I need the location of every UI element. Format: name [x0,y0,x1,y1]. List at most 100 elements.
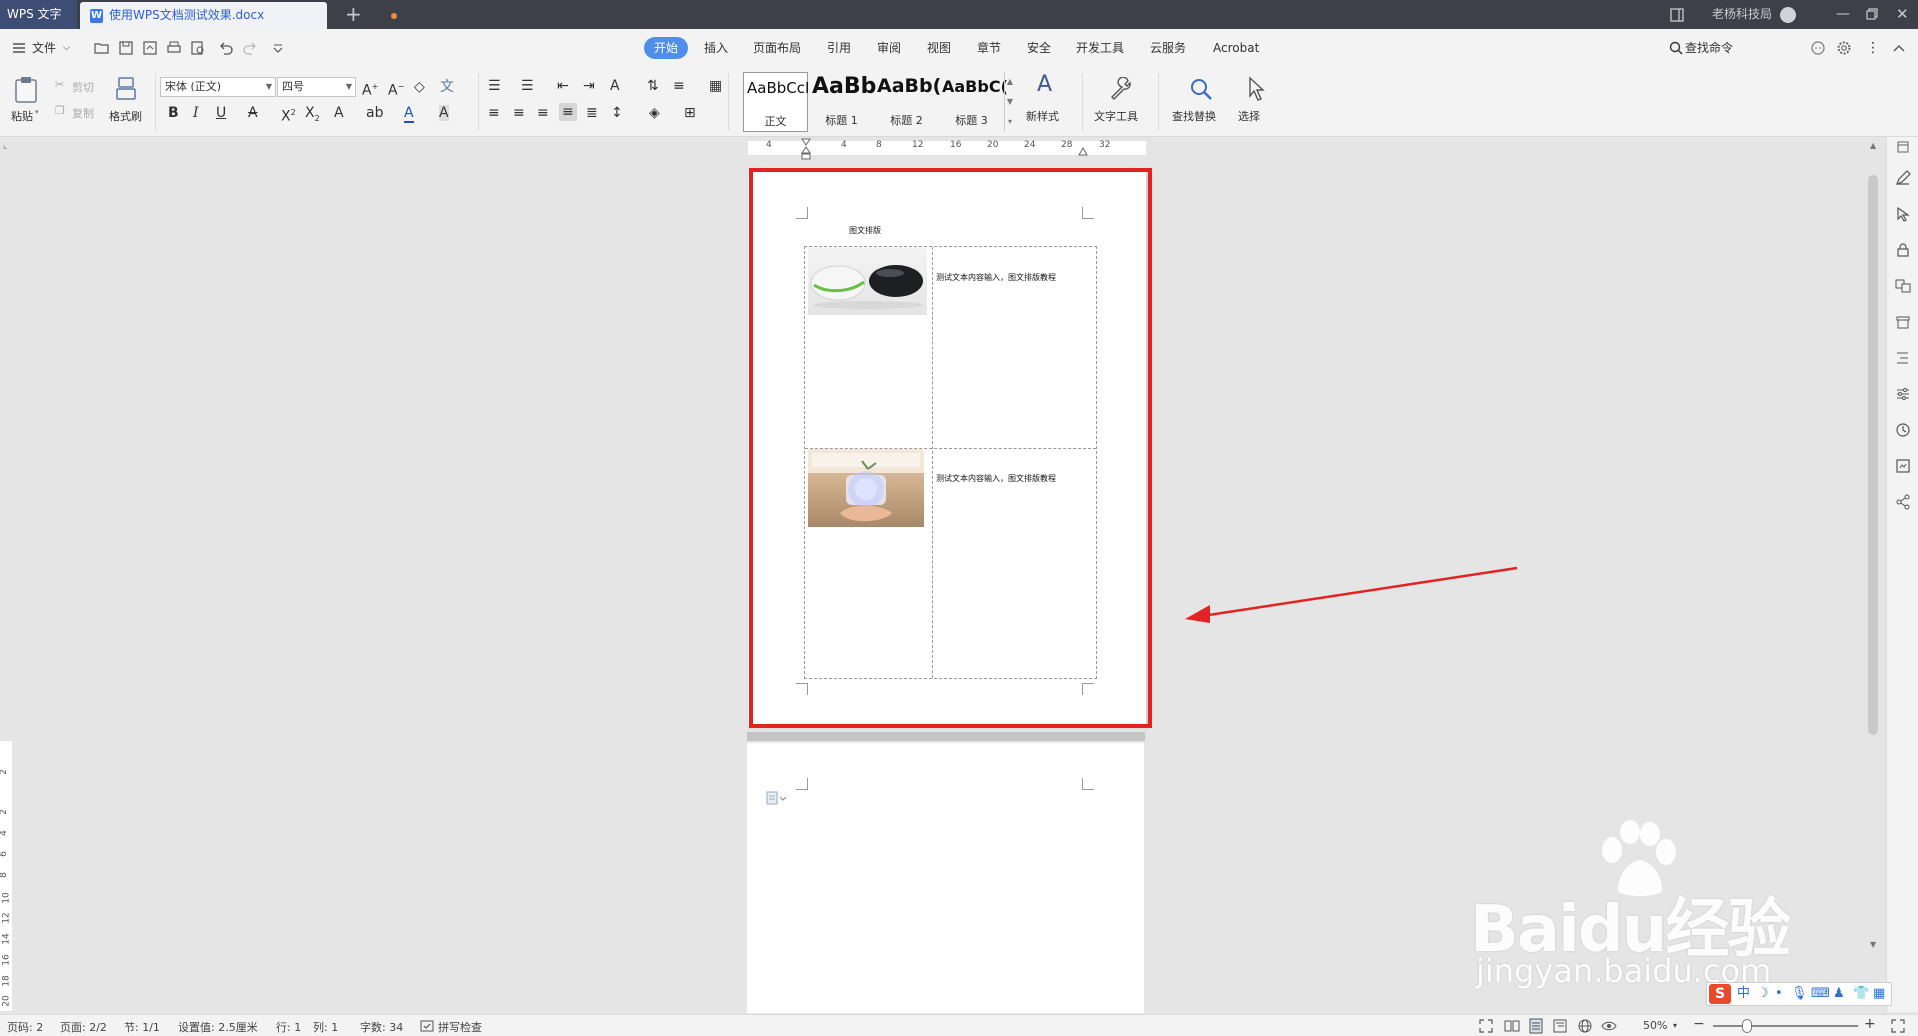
status-row[interactable]: 行: 1 [276,1019,301,1035]
search-command[interactable]: 查找命令 [1685,39,1733,57]
sort-icon[interactable]: ⇅ [647,78,659,94]
tab-view[interactable]: 视图 [927,39,951,57]
tab-acrobat[interactable]: Acrobat [1213,39,1259,57]
tab-stop-selector[interactable]: ⌞ [3,141,7,151]
print-icon[interactable] [166,40,182,56]
ime-grid-icon[interactable]: ▦ [1873,985,1885,1003]
sogou-logo-icon[interactable]: S [1709,984,1731,1004]
spell-check-button[interactable]: 拼写检查 [438,1019,482,1035]
spell-check-icon[interactable] [420,1019,434,1033]
style-heading-2[interactable]: AaBb( 标题 2 [874,72,941,132]
new-style-icon[interactable]: A [1037,74,1052,96]
italic-icon[interactable]: I [193,105,199,121]
lock-icon[interactable] [1895,242,1911,258]
gear-icon[interactable] [1836,40,1852,56]
character-shading-icon[interactable]: A [439,105,449,121]
grow-font-icon[interactable]: A+ [362,79,378,99]
tab-cloud-service[interactable]: 云服务 [1150,39,1186,57]
paste-options-icon[interactable] [766,791,788,805]
save-icon[interactable] [118,40,134,56]
status-page-count[interactable]: 页面: 2/2 [60,1019,107,1035]
reading-mode-icon[interactable] [1504,1018,1520,1034]
status-page-number[interactable]: 页码: 2 [7,1019,43,1035]
status-column[interactable]: 列: 1 [313,1019,338,1035]
zoom-dropdown-icon[interactable]: ▾ [1673,1021,1677,1030]
user-name[interactable]: 老杨科技局 [1712,0,1772,29]
collapse-ribbon-icon[interactable] [1891,40,1907,56]
style-normal[interactable]: AaBbCcI 正文 [743,72,809,132]
vertical-scrollbar[interactable] [1868,175,1878,735]
undo-icon[interactable] [218,40,234,56]
adjust-sliders-icon[interactable] [1895,386,1911,402]
numbered-list-icon[interactable]: ☰ [521,78,534,94]
font-size-select[interactable]: 四号 ▼ [277,77,356,97]
align-right-icon[interactable]: ≡ [537,105,549,121]
zoom-slider-handle[interactable] [1742,1019,1752,1033]
paste-button[interactable]: 粘贴 [11,108,33,124]
bullet-list-icon[interactable]: ☰ [488,78,501,94]
text-tools-button[interactable]: 文字工具 [1094,108,1138,124]
decrease-indent-icon[interactable]: ⇤ [557,78,569,94]
shading-icon[interactable]: ◈ [649,105,660,121]
paste-dropdown-icon[interactable]: ▾ [35,108,39,116]
align-center-icon[interactable]: ≡ [513,105,525,121]
open-icon[interactable] [94,40,110,56]
ime-toolbar[interactable]: S 中 ☽ • 🎙 ⌨ ♟ 👕 ▦ [1706,982,1892,1006]
customize-quick-access-icon[interactable] [270,40,286,56]
find-replace-icon[interactable] [1188,76,1214,102]
highlight-color-icon[interactable]: ab [366,105,383,121]
status-section[interactable]: 节: 1/1 [124,1019,160,1035]
export-pdf-icon[interactable] [142,40,158,56]
archive-icon[interactable] [1895,314,1911,330]
distributed-icon[interactable]: ≣ [586,105,598,121]
backup-icon[interactable] [1895,458,1911,474]
justify-icon[interactable]: ≡ [559,103,577,121]
styles-scroll-icon[interactable]: ▲ ▼ ▾ [1004,72,1015,132]
pen-icon[interactable] [1895,170,1911,186]
paste-icon[interactable] [13,76,39,104]
text-direction-icon[interactable]: A [610,78,620,94]
hamburger-menu-icon[interactable] [12,41,26,55]
format-painter-icon[interactable] [114,76,138,102]
format-painter-button[interactable]: 格式刷 [109,108,142,124]
zoom-in-icon[interactable]: + [1864,1016,1876,1032]
style-heading-3[interactable]: AaBbC( 标题 3 [939,72,1008,132]
feedback-icon[interactable] [1810,40,1826,56]
scroll-up-icon[interactable]: ▲ [1870,141,1876,150]
borders-icon[interactable]: ⊞ [684,105,696,121]
ime-moon-icon[interactable]: ☽ [1757,985,1769,1003]
tab-review[interactable]: 审阅 [877,39,901,57]
increase-indent-icon[interactable]: ⇥ [583,78,595,94]
strikethrough-icon[interactable]: A [248,105,258,121]
cursor-select-icon[interactable] [1895,206,1911,222]
fit-page-icon[interactable] [1890,1018,1906,1034]
copy-icon[interactable]: ❐ [55,104,65,117]
font-color-icon[interactable]: A [404,105,414,123]
minimize-icon[interactable]: — [1836,0,1850,29]
outline-icon[interactable] [1895,350,1911,366]
outline-view-icon[interactable] [1552,1018,1568,1034]
tab-chapter[interactable]: 章节 [977,39,1001,57]
wrench-icon[interactable] [1108,77,1132,101]
file-menu[interactable]: 文件 [32,39,56,57]
tab-home[interactable]: 开始 [644,37,688,59]
ime-mic-icon[interactable]: 🎙 [1791,985,1808,1003]
history-icon[interactable] [1895,422,1911,438]
zoom-level[interactable]: 50% [1643,1019,1667,1032]
style-heading-1[interactable]: AaBb 标题 1 [809,72,876,132]
indent-marker-icon[interactable] [801,138,811,160]
clear-format-icon[interactable]: ◇ [414,79,425,95]
horizontal-ruler[interactable]: ⌞ 4 4 8 12 16 20 24 28 32 [0,137,1918,161]
table-border-icon[interactable]: ▦ [709,78,722,94]
new-style-button[interactable]: 新样式 [1026,108,1059,124]
tab-developer[interactable]: 开发工具 [1076,39,1124,57]
status-word-count[interactable]: 字数: 34 [360,1019,403,1035]
cut-icon[interactable]: ✂ [55,78,64,91]
align-left-icon[interactable]: ≡ [488,105,500,121]
new-tab-button[interactable]: + [345,4,362,24]
web-view-icon[interactable] [1577,1018,1593,1034]
ime-skin-icon[interactable]: 👕 [1853,985,1869,1003]
superscript-icon[interactable]: X2 [281,105,296,125]
tab-page-layout[interactable]: 页面布局 [753,39,801,57]
tab-references[interactable]: 引用 [827,39,851,57]
